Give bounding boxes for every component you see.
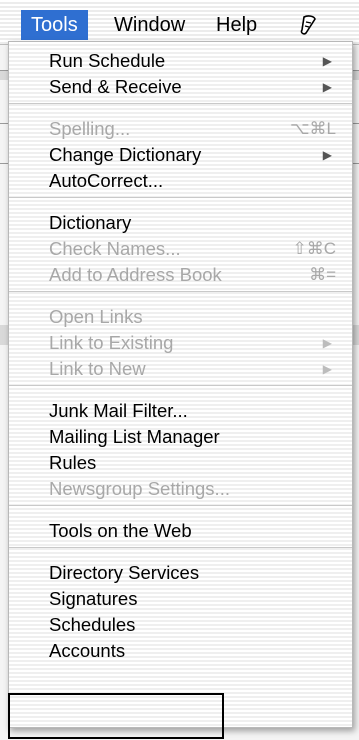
menu-item-add-to-address-book: Add to Address Book ⌘= (9, 262, 352, 288)
submenu-arrow-icon: ▶ (322, 148, 332, 162)
menu-item-label: Accounts (49, 640, 126, 661)
menu-item-label: Newsgroup Settings... (49, 478, 230, 499)
menu-window[interactable]: Window (104, 10, 195, 40)
menu-item-tools-on-the-web[interactable]: Tools on the Web (9, 518, 352, 544)
menu-item-label: Junk Mail Filter... (49, 400, 188, 421)
menu-item-label: AutoCorrect... (49, 170, 164, 191)
menu-item-junk-mail-filter[interactable]: Junk Mail Filter... (9, 398, 352, 424)
menu-separator (9, 547, 352, 548)
menu-item-label: Mailing List Manager (49, 426, 220, 447)
menu-item-open-links: Open Links (9, 304, 352, 330)
menu-item-newsgroup-settings: Newsgroup Settings... (9, 476, 352, 502)
menu-tools[interactable]: Tools (21, 10, 88, 40)
menu-item-label: Schedules (49, 614, 136, 635)
submenu-arrow-icon: ▶ (322, 362, 332, 376)
menu-item-label: Link to Existing (49, 332, 174, 353)
menu-item-label: Rules (49, 452, 97, 473)
menu-item-label: Dictionary (49, 212, 132, 233)
menu-bar: Tools Window Help (0, 0, 359, 45)
menu-item-label: Change Dictionary (49, 144, 202, 165)
menu-item-label: Signatures (49, 588, 138, 609)
keyboard-shortcut: ⌥⌘L (289, 119, 336, 138)
menu-item-label: Spelling... (49, 118, 131, 139)
menu-item-label: Run Schedule (49, 50, 166, 71)
menu-item-label: Tools on the Web (49, 520, 192, 541)
menu-separator (9, 505, 352, 506)
menu-item-mailing-list-manager[interactable]: Mailing List Manager (9, 424, 352, 450)
submenu-arrow-icon: ▶ (322, 80, 332, 94)
menu-item-label: Link to New (49, 358, 146, 379)
menu-item-label: Send & Receive (49, 76, 182, 97)
menu-item-label: Add to Address Book (49, 264, 222, 285)
menu-item-rules[interactable]: Rules (9, 450, 352, 476)
menu-separator (9, 197, 352, 198)
menu-item-spelling: Spelling... ⌥⌘L (9, 116, 352, 142)
menu-item-accounts[interactable]: Accounts (9, 638, 352, 664)
menu-help[interactable]: Help (206, 10, 267, 40)
menu-item-label: Open Links (49, 306, 143, 327)
tools-menu: Run Schedule ▶ Send & Receive ▶ Spelling... ⌥… (8, 41, 353, 728)
menu-separator (9, 103, 352, 104)
keyboard-shortcut: ⌘= (309, 265, 336, 284)
menu-item-label: Check Names... (49, 238, 181, 259)
menu-separator (9, 385, 352, 386)
menu-item-change-dictionary[interactable]: Change Dictionary ▶ (9, 142, 352, 168)
menu-item-check-names: Check Names... ⇧⌘C (9, 236, 352, 262)
menu-item-link-to-new: Link to New ▶ (9, 356, 352, 382)
menu-item-signatures[interactable]: Signatures (9, 586, 352, 612)
menu-item-directory-services[interactable]: Directory Services (9, 560, 352, 586)
script-icon[interactable] (298, 14, 320, 36)
menu-separator (9, 291, 352, 292)
menu-item-send-receive[interactable]: Send & Receive ▶ (9, 74, 352, 100)
annotation-box (8, 693, 224, 739)
menu-item-schedules[interactable]: Schedules (9, 612, 352, 638)
menu-item-label: Directory Services (49, 562, 200, 583)
menu-item-link-to-existing: Link to Existing ▶ (9, 330, 352, 356)
menu-item-run-schedule[interactable]: Run Schedule ▶ (9, 48, 352, 74)
submenu-arrow-icon: ▶ (322, 54, 332, 68)
submenu-arrow-icon: ▶ (322, 336, 332, 350)
menu-item-dictionary[interactable]: Dictionary (9, 210, 352, 236)
menu-item-autocorrect[interactable]: AutoCorrect... (9, 168, 352, 194)
keyboard-shortcut: ⇧⌘C (292, 239, 336, 258)
